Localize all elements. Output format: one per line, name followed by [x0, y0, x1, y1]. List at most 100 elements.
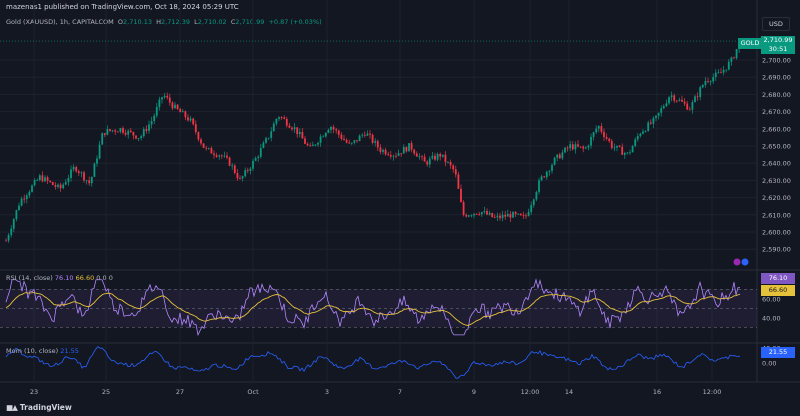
candle-body: [577, 144, 579, 147]
candle-body: [309, 145, 312, 147]
candle-body: [80, 172, 83, 174]
candle-body: [192, 118, 195, 125]
candle-body: [194, 124, 197, 133]
candle-body: [564, 147, 566, 153]
candle-body: [200, 139, 202, 144]
candle-body: [569, 144, 572, 149]
candle-body: [636, 136, 639, 140]
candle-body: [135, 135, 137, 139]
candle-body: [116, 131, 119, 133]
candle-body: [727, 61, 730, 70]
event-flag-icon[interactable]: [741, 258, 749, 266]
candle-body: [119, 128, 122, 132]
candle-body: [551, 164, 553, 171]
price-tick-label: 2,610.00: [762, 211, 791, 219]
candle-body: [254, 157, 257, 161]
candle-body: [493, 217, 496, 218]
rsi-pane: 80.0060.0040.00: [0, 276, 781, 337]
candle-body: [176, 104, 179, 110]
event-markers: [733, 258, 749, 266]
candle-body: [610, 141, 613, 148]
candle-body: [38, 175, 41, 181]
candle-body: [353, 140, 356, 143]
candle-body: [707, 80, 709, 82]
candle-body: [673, 95, 676, 101]
bar-countdown: 30:51: [768, 45, 788, 53]
candle-body: [608, 138, 611, 142]
candle-body: [249, 168, 252, 171]
candle-body: [145, 129, 148, 131]
time-tick-label: 12:00: [521, 388, 540, 396]
candle-body: [101, 133, 104, 145]
candle-body: [85, 180, 88, 182]
candle-body: [415, 153, 418, 157]
candle-body: [535, 192, 538, 200]
chart-canvas[interactable]: 2,700.00 2,690.00 2,680.00 2,670.00 2,660.00…: [0, 0, 800, 416]
price-tick-label: 2,650.00: [762, 143, 791, 151]
tradingview-logo[interactable]: ■▲ TradingView: [6, 403, 72, 412]
candle-body: [150, 121, 153, 125]
time-tick-label: 16: [653, 388, 661, 396]
candle-body: [644, 131, 647, 132]
candle-body: [369, 133, 371, 135]
time-tick-label: 25: [102, 388, 110, 396]
candle-body: [83, 172, 85, 181]
candle-body: [574, 144, 577, 150]
candle-body: [626, 152, 629, 154]
candle-body: [322, 136, 325, 138]
candle-body: [252, 160, 254, 169]
candle-body: [540, 176, 543, 181]
candle-body: [77, 171, 80, 173]
candle-body: [506, 213, 509, 217]
tradingview-logo-icon: ■▲: [6, 403, 18, 412]
candle-body: [475, 213, 478, 215]
candle-body: [688, 109, 691, 111]
candle-body: [129, 130, 132, 132]
candle-body: [111, 130, 114, 132]
candle-body: [704, 80, 707, 85]
candle-body: [304, 138, 306, 144]
momentum-line: [5, 346, 741, 379]
candle-body: [605, 136, 608, 139]
rsi-value: 76.10: [54, 274, 74, 282]
candle-body: [397, 153, 400, 156]
candle-body: [444, 154, 447, 163]
candle-body: [647, 122, 650, 132]
candle-body: [158, 99, 161, 107]
candle-body: [23, 198, 26, 200]
candle-body: [257, 156, 260, 158]
candle-body: [275, 118, 278, 124]
candle-body: [124, 132, 127, 135]
candle-body: [330, 126, 332, 130]
candle-body: [486, 211, 488, 215]
candle-body: [25, 195, 28, 200]
candle-body: [67, 178, 70, 183]
candle-body: [571, 144, 574, 150]
candle-body: [470, 215, 473, 217]
candle-body: [311, 144, 314, 147]
candle-body: [662, 106, 665, 109]
momentum-pane: 40.000.00: [5, 345, 781, 379]
candle-body: [189, 118, 192, 121]
candle-body: [356, 140, 358, 142]
candle-body: [652, 118, 655, 124]
momentum-legend[interactable]: Mom (10, close) 21.55: [6, 347, 79, 355]
candle-body: [623, 153, 626, 155]
rsi-legend[interactable]: RSI (14, close) 76.10 66.60 0 0 0: [6, 274, 113, 282]
candle-body: [96, 158, 98, 164]
candle-body: [405, 147, 408, 152]
candle-body: [639, 133, 642, 137]
candle-body: [418, 156, 421, 158]
candle-body: [148, 124, 150, 131]
candle-body: [348, 142, 351, 144]
candle-body: [207, 147, 210, 149]
candle-body: [174, 104, 176, 109]
candle-body: [525, 215, 527, 217]
candle-body: [270, 131, 273, 138]
candle-body: [197, 132, 200, 140]
event-flag-icon[interactable]: [733, 258, 741, 266]
candle-body: [155, 106, 158, 116]
candle-body: [696, 96, 699, 98]
candle-body: [317, 142, 319, 145]
candle-body: [184, 111, 187, 118]
